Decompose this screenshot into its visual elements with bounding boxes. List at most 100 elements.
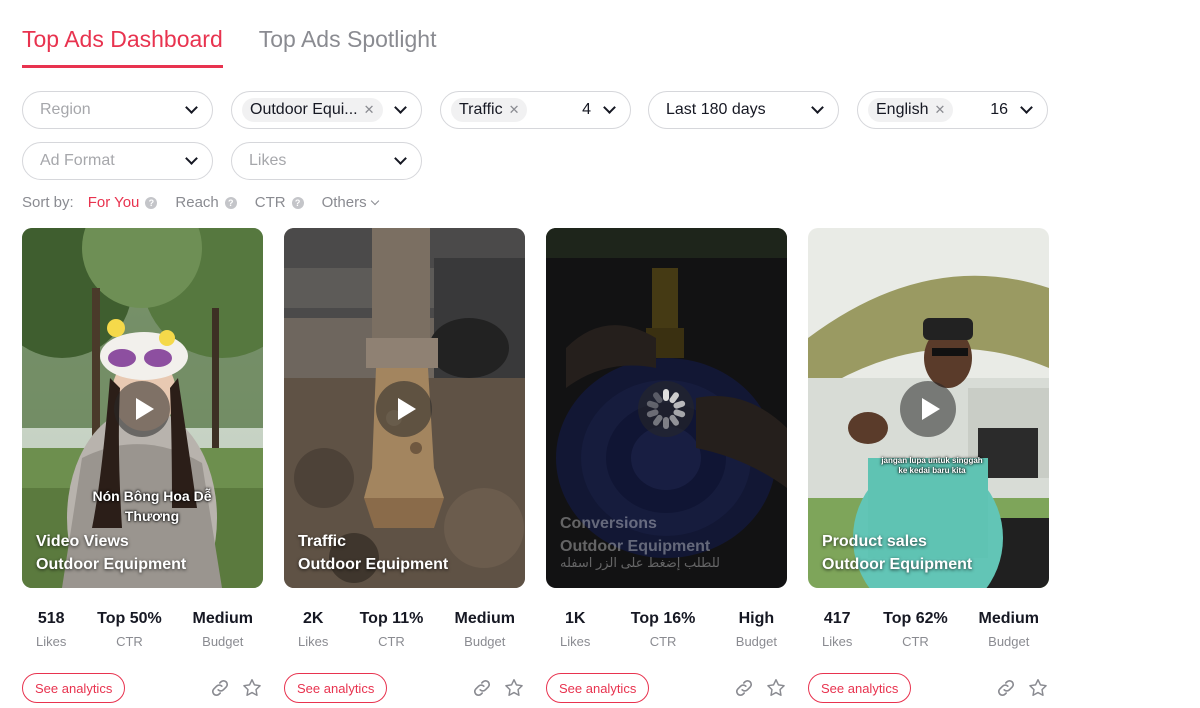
ad-overlay-tag: Conversions Outdoor Equipment (560, 512, 710, 558)
help-icon: ? (224, 196, 237, 209)
see-analytics-button[interactable]: See analytics (546, 673, 650, 703)
objective-filter[interactable]: Traffic ✕ 4 (440, 91, 631, 129)
sort-others[interactable]: Others (322, 194, 379, 211)
ad-objective: Conversions (560, 515, 657, 532)
sort-for-you[interactable]: For You ? (88, 194, 158, 211)
play-icon[interactable] (376, 381, 432, 437)
chevron-down-icon (811, 101, 824, 114)
link-icon[interactable] (209, 677, 231, 699)
play-icon[interactable] (114, 381, 170, 437)
see-analytics-button[interactable]: See analytics (808, 673, 912, 703)
region-filter[interactable]: Region (22, 91, 213, 129)
play-icon[interactable] (900, 381, 956, 437)
ad-video-thumbnail[interactable]: Conversions Outdoor Equipment للطلب إضغط… (546, 228, 787, 588)
chevron-down-icon (394, 152, 407, 165)
ad-objective: Traffic (298, 533, 347, 550)
chevron-down-icon (185, 101, 198, 114)
budget-label: Budget (988, 634, 1030, 649)
likes-value: 1K (564, 610, 586, 627)
ad-video-thumbnail[interactable]: jangan lupa untuk singgah ke kedai baru … (808, 228, 1049, 588)
video-caption: jangan lupa untuk singgah ke kedai baru … (872, 456, 992, 476)
ctr-label: CTR (902, 634, 929, 649)
objective-chip: Traffic ✕ (451, 98, 528, 122)
ctr-label: CTR (116, 634, 143, 649)
likes-label: Likes (298, 634, 329, 649)
ad-stats: 1K Likes Top 16% CTR High Budget (546, 610, 787, 649)
stat-budget: Medium Budget (193, 610, 253, 649)
ad-actions: See analytics (22, 673, 263, 703)
ctr-value: Top 16% (630, 610, 696, 627)
objective-count: 4 (582, 101, 591, 118)
sort-option-label: For You (87, 194, 140, 211)
likes-label: Likes (822, 634, 853, 649)
ad-industry: Outdoor Equipment (822, 556, 973, 573)
video-caption: للطلب إضغط على الزر اسفله (560, 555, 720, 570)
ad-video-thumbnail[interactable]: Nón Bông Hoa Dễ Thương Video Views Outdo… (22, 228, 263, 588)
ctr-label: CTR (378, 634, 405, 649)
ad-card: jangan lupa untuk singgah ke kedai baru … (808, 228, 1049, 703)
ad-objective: Product sales (822, 533, 927, 550)
ctr-value: Top 11% (359, 610, 424, 627)
sort-reach[interactable]: Reach ? (175, 194, 237, 211)
ctr-label: CTR (649, 634, 677, 649)
ad-format-filter[interactable]: Ad Format (22, 142, 213, 180)
remove-chip-icon[interactable]: ✕ (934, 102, 945, 118)
sort-label: Sort by: (22, 194, 74, 211)
remove-chip-icon[interactable]: ✕ (364, 102, 375, 118)
ad-industry: Outdoor Equipment (298, 556, 449, 573)
video-caption: Nón Bông Hoa Dễ Thương (92, 488, 212, 524)
link-icon[interactable] (733, 677, 755, 699)
ad-icon-group (471, 677, 525, 699)
stat-budget: Medium Budget (455, 610, 515, 649)
language-chip-label: English (876, 101, 929, 118)
see-analytics-button[interactable]: See analytics (284, 673, 388, 703)
help-icon: ? (145, 196, 158, 209)
likes-label: Likes (560, 634, 591, 649)
ad-stats: 518 Likes Top 50% CTR Medium Budget (22, 610, 263, 649)
star-icon[interactable] (765, 677, 787, 699)
likes-filter[interactable]: Likes (231, 142, 422, 180)
stat-ctr: Top 16% CTR (631, 610, 696, 649)
period-filter[interactable]: Last 180 days (648, 91, 839, 129)
sort-ctr[interactable]: CTR ? (255, 194, 304, 211)
ad-actions: See analytics (546, 673, 787, 703)
stat-ctr: Top 62% CTR (883, 610, 948, 649)
budget-label: Budget (464, 634, 506, 649)
link-icon[interactable] (995, 677, 1017, 699)
link-icon[interactable] (471, 677, 493, 699)
stat-ctr: Top 11% CTR (360, 610, 424, 649)
likes-value: 2K (302, 610, 324, 627)
video-caption-line: ke kedai baru kita (898, 466, 966, 475)
ad-icon-group (995, 677, 1049, 699)
ad-stats: 2K Likes Top 11% CTR Medium Budget (284, 610, 525, 649)
ad-card: Traffic Outdoor Equipment 2K Likes Top 11… (284, 228, 525, 703)
chevron-down-icon (370, 196, 379, 205)
industry-filter[interactable]: Outdoor Equi... ✕ (231, 91, 422, 129)
stat-ctr: Top 50% CTR (97, 610, 162, 649)
star-icon[interactable] (503, 677, 525, 699)
ad-overlay-tag: Product sales Outdoor Equipment (822, 530, 972, 576)
ctr-value: Top 62% (883, 610, 948, 627)
tab-bar: Top Ads Dashboard Top Ads Spotlight (22, 26, 436, 68)
chevron-down-icon (603, 101, 616, 114)
star-icon[interactable] (241, 677, 263, 699)
see-analytics-button[interactable]: See analytics (22, 673, 126, 703)
stat-likes: 518 Likes (36, 610, 66, 649)
budget-value: Medium (454, 610, 515, 627)
sort-bar: Sort by: For You ? Reach ? CTR ? Others (22, 194, 379, 211)
ad-overlay-tag: Video Views Outdoor Equipment (36, 530, 186, 576)
tab-top-ads-dashboard[interactable]: Top Ads Dashboard (22, 26, 223, 68)
period-value: Last 180 days (666, 101, 766, 118)
region-placeholder: Region (40, 101, 91, 118)
ad-video-thumbnail[interactable]: Traffic Outdoor Equipment (284, 228, 525, 588)
likes-placeholder: Likes (249, 152, 287, 169)
star-icon[interactable] (1027, 677, 1049, 699)
stat-likes: 2K Likes (298, 610, 328, 649)
sort-option-label: Reach (175, 194, 219, 211)
chevron-down-icon (394, 101, 407, 114)
remove-chip-icon[interactable]: ✕ (509, 102, 520, 118)
ad-actions: See analytics (284, 673, 525, 703)
language-filter[interactable]: English ✕ 16 (857, 91, 1048, 129)
tab-top-ads-spotlight[interactable]: Top Ads Spotlight (259, 26, 437, 68)
budget-value: Medium (978, 610, 1039, 627)
